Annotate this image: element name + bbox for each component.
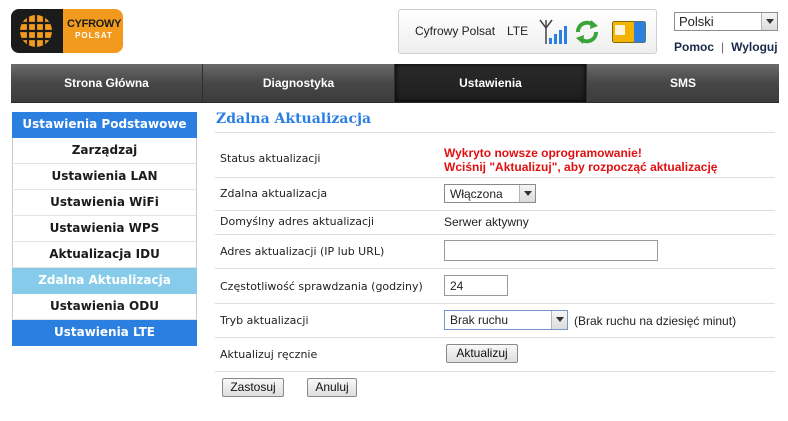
tab-diagnostics[interactable]: Diagnostyka [203, 64, 395, 102]
sidebar-header-basic-settings[interactable]: Ustawienia Podstawowe [12, 112, 197, 138]
update-message-line2: Wciśnij "Aktualizuj", aby rozpocząć aktu… [444, 160, 718, 174]
tab-home[interactable]: Strona Główna [11, 64, 203, 102]
sidebar-item-odu[interactable]: Ustawienia ODU [12, 294, 197, 320]
logo-mark [11, 9, 63, 53]
sidebar-item-remote-update[interactable]: Zdalna Aktualizacja [12, 268, 197, 294]
remote-update-value: Włączona [450, 187, 503, 201]
update-mode-note: (Brak ruchu na dziesięć minut) [574, 314, 737, 328]
apply-button[interactable]: Zastosuj [222, 378, 284, 397]
update-address-input[interactable] [444, 240, 658, 261]
operator-name: Cyfrowy Polsat [415, 24, 496, 38]
check-frequency-input[interactable]: 24 [444, 275, 508, 296]
remote-update-select[interactable]: Włączona [444, 184, 536, 203]
update-mode-select[interactable]: Brak ruchu [444, 310, 568, 330]
chevron-down-icon [519, 185, 535, 202]
label-update-address: Adres aktualizacji (IP lub URL) [220, 245, 385, 258]
sidebar-item-manage[interactable]: Zarządzaj [12, 138, 197, 164]
tab-sms[interactable]: SMS [587, 64, 779, 102]
label-default-address: Domyślny adres aktualizacji [220, 215, 375, 228]
update-mode-value: Brak ruchu [450, 313, 509, 327]
label-check-frequency: Częstotliwość sprawdzania (godziny) [220, 280, 423, 293]
help-link[interactable]: Pomoc [674, 40, 714, 54]
logo-line1: CYFROWY [67, 18, 122, 30]
tab-settings[interactable]: Ustawienia [395, 64, 587, 102]
update-available-message: Wykryto nowsze oprogramowanie! Wciśnij "… [444, 146, 717, 174]
label-manual-update: Aktualizuj ręcznie [220, 348, 318, 361]
sidebar-item-lan[interactable]: Ustawienia LAN [12, 164, 197, 190]
top-links: Pomoc | Wyloguj [674, 40, 778, 54]
logo-text: CYFROWY POLSAT [67, 19, 121, 41]
update-message-line1: Wykryto nowsze oprogramowanie! [444, 146, 642, 160]
language-value: Polski [679, 14, 714, 29]
sidebar-item-wps[interactable]: Ustawienia WPS [12, 216, 197, 242]
logo-line2: POLSAT [75, 31, 113, 40]
label-update-status: Status aktualizacji [220, 152, 321, 165]
sim-card-icon [612, 21, 646, 46]
label-update-mode: Tryb aktualizacji [220, 314, 309, 327]
cyfrowy-polsat-logo: CYFROWY POLSAT [11, 9, 123, 53]
default-address-value: Serwer aktywny [444, 215, 529, 229]
chevron-down-icon [761, 13, 777, 30]
language-select[interactable]: Polski [674, 12, 778, 31]
main-nav: Strona Główna Diagnostyka Ustawienia SMS [11, 64, 779, 103]
globe-icon [20, 15, 52, 47]
chevron-down-icon [551, 311, 567, 329]
update-now-button[interactable]: Aktualizuj [446, 344, 518, 363]
settings-sidebar: Ustawienia Podstawowe Zarządzaj Ustawien… [12, 112, 197, 346]
network-type: LTE [507, 24, 529, 38]
title-divider [215, 132, 775, 133]
label-remote-update: Zdalna aktualizacja [220, 187, 328, 200]
cancel-button[interactable]: Anuluj [307, 378, 357, 397]
logout-link[interactable]: Wyloguj [731, 40, 777, 54]
sidebar-item-wifi[interactable]: Ustawienia WiFi [12, 190, 197, 216]
connection-status-panel: Cyfrowy Polsat LTE [398, 9, 657, 54]
page-title: Zdalna Aktualizacja [216, 111, 372, 127]
sidebar-item-lte[interactable]: Ustawienia LTE [12, 320, 197, 346]
signal-strength-icon [539, 18, 567, 49]
sidebar-item-idu-update[interactable]: Aktualizacja IDU [12, 242, 197, 268]
refresh-icon[interactable] [574, 19, 600, 48]
link-separator: | [721, 40, 725, 54]
